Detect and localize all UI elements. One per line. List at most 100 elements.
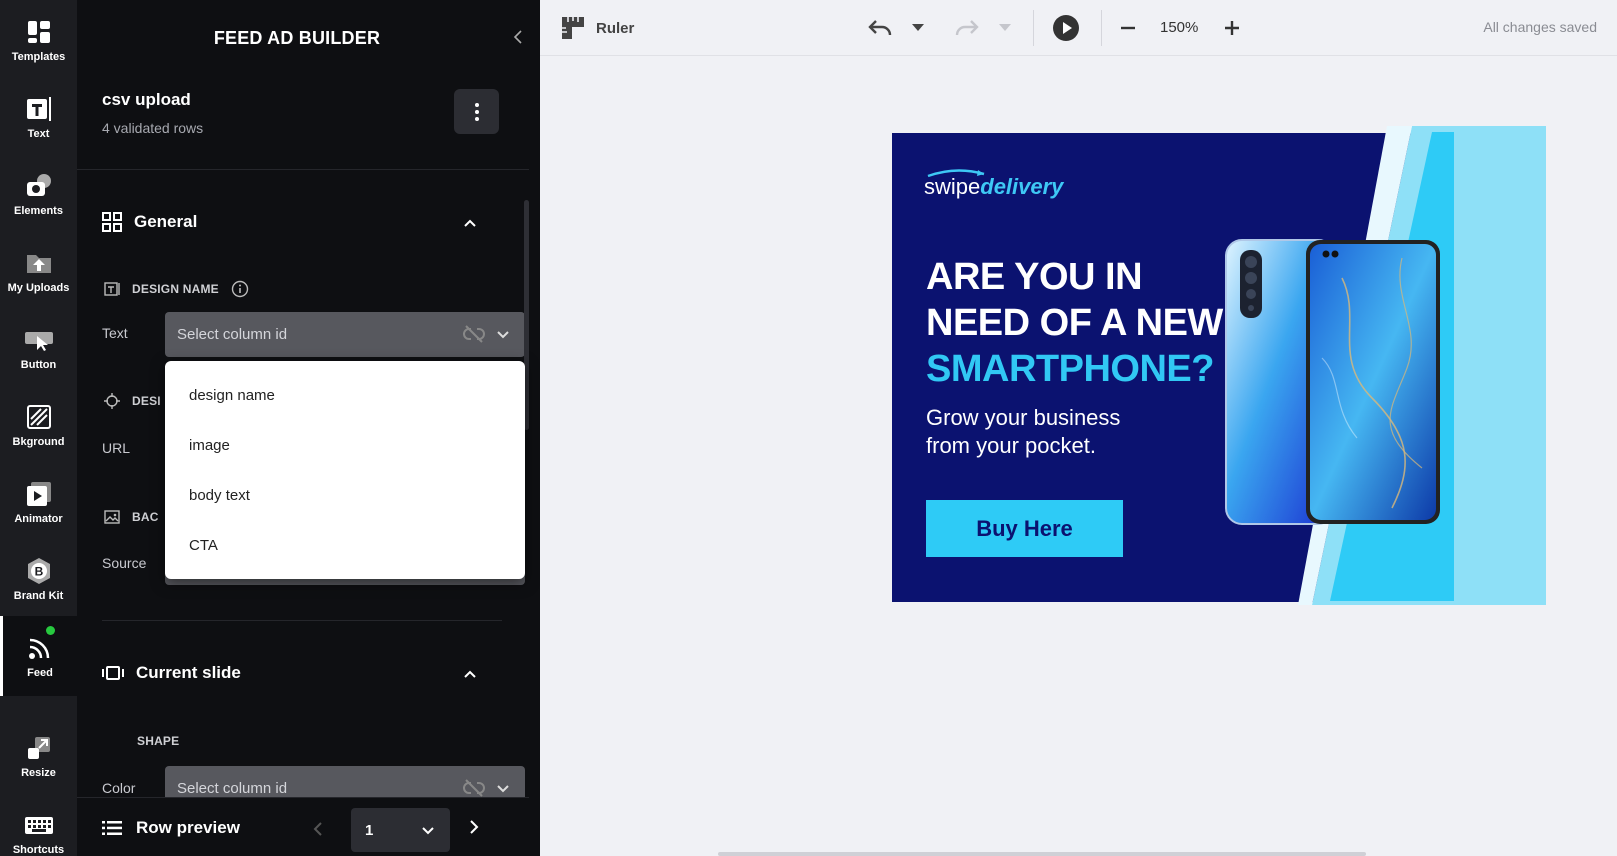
rail-item-animator[interactable]: Animator bbox=[0, 462, 77, 542]
dropdown-option-body-text[interactable]: body text bbox=[165, 471, 525, 521]
dropdown-option-cta[interactable]: CTA bbox=[165, 521, 525, 571]
row-preview-title: Row preview bbox=[136, 818, 240, 837]
caret-down-icon bbox=[912, 24, 924, 31]
background-heading: BAC bbox=[104, 509, 159, 525]
brand-logo: swipedelivery bbox=[924, 169, 1063, 200]
shape-heading: SHAPE bbox=[137, 734, 179, 748]
ad-headline: ARE YOU IN NEED OF A NEW SMARTPHONE? bbox=[926, 254, 1223, 392]
text-icon bbox=[24, 94, 54, 124]
next-row-button[interactable] bbox=[469, 818, 479, 839]
rail-label: My Uploads bbox=[7, 282, 70, 294]
minus-icon bbox=[1121, 26, 1135, 30]
csv-subtitle: 4 validated rows bbox=[102, 120, 204, 136]
more-vertical-icon bbox=[474, 102, 479, 121]
brand-kit-icon: B bbox=[24, 556, 54, 586]
list-icon bbox=[102, 821, 122, 835]
button-icon bbox=[24, 325, 54, 355]
rail-item-text[interactable]: Text bbox=[0, 77, 77, 157]
chevron-down-icon bbox=[422, 827, 434, 835]
panel-title: FEED AD BUILDER bbox=[213, 28, 381, 48]
source-field-label: Source bbox=[102, 555, 147, 571]
csv-title: csv upload bbox=[102, 90, 191, 109]
rail-label: Shortcuts bbox=[12, 844, 65, 856]
previous-row-button[interactable] bbox=[313, 820, 323, 841]
general-section-header[interactable]: General bbox=[102, 212, 197, 232]
rail-label: Elements bbox=[14, 205, 63, 217]
ruler-button[interactable]: Ruler bbox=[560, 14, 634, 42]
zoom-in-button[interactable] bbox=[1223, 14, 1241, 42]
headline-line-2: NEED OF A NEW bbox=[926, 302, 1223, 344]
rail-item-resize[interactable]: Resize bbox=[0, 716, 77, 796]
toolbar-divider bbox=[1101, 10, 1102, 46]
top-toolbar: Ruler 150% All changes saved bbox=[540, 0, 1617, 56]
svg-text:B: B bbox=[34, 565, 43, 579]
play-preview-button[interactable] bbox=[1052, 14, 1080, 42]
rail-item-shortcuts[interactable]: Shortcuts bbox=[0, 793, 77, 856]
info-icon[interactable] bbox=[231, 280, 249, 298]
ad-cta-button[interactable]: Buy Here bbox=[926, 500, 1123, 557]
undo-button[interactable] bbox=[867, 14, 893, 42]
rail-label: Text bbox=[27, 128, 50, 140]
color-field-label: Color bbox=[102, 780, 136, 796]
plus-icon bbox=[1225, 21, 1239, 35]
subline-line-2: from your pocket. bbox=[926, 433, 1096, 458]
caret-down-icon bbox=[999, 24, 1011, 31]
rail-item-templates[interactable]: Templates bbox=[0, 0, 77, 80]
templates-icon bbox=[24, 17, 54, 47]
feed-status-dot bbox=[46, 626, 55, 635]
chevron-left-icon bbox=[513, 30, 522, 44]
background-icon bbox=[24, 402, 54, 432]
current-slide-section-header[interactable]: Current slide bbox=[102, 663, 241, 683]
divider bbox=[102, 620, 502, 621]
rail-item-elements[interactable]: Elements bbox=[0, 154, 77, 234]
rail-item-background[interactable]: Bkground bbox=[0, 385, 77, 465]
rail-label: Bkground bbox=[12, 436, 65, 448]
target-icon bbox=[104, 393, 120, 409]
rail-label: Feed bbox=[27, 667, 53, 679]
design-name-label: DESIGN NAME bbox=[132, 282, 219, 296]
redo-history-button[interactable] bbox=[999, 14, 1011, 42]
uploads-icon bbox=[24, 248, 54, 278]
feed-panel: FEED AD BUILDER csv upload 4 validated r… bbox=[77, 0, 540, 856]
zoom-level[interactable]: 150% bbox=[1160, 19, 1198, 36]
rail-label: Templates bbox=[11, 51, 66, 63]
slide-icon bbox=[102, 666, 124, 680]
dropdown-option-image[interactable]: image bbox=[165, 421, 525, 471]
chevron-up-icon[interactable] bbox=[462, 666, 478, 682]
row-preview-header: Row preview bbox=[102, 818, 240, 838]
select-placeholder: Select column id bbox=[177, 780, 288, 797]
unlink-icon[interactable] bbox=[462, 322, 486, 346]
dropdown-option-design-name[interactable]: design name bbox=[165, 371, 525, 421]
csv-options-button[interactable] bbox=[454, 89, 499, 134]
chevron-up-icon[interactable] bbox=[462, 215, 478, 231]
rail-item-button[interactable]: Button bbox=[0, 308, 77, 388]
rail-item-uploads[interactable]: My Uploads bbox=[0, 231, 77, 311]
undo-history-button[interactable] bbox=[912, 14, 924, 42]
redo-button[interactable] bbox=[954, 14, 980, 42]
ad-subline: Grow your business from your pocket. bbox=[926, 404, 1156, 460]
zoom-out-button[interactable] bbox=[1119, 14, 1137, 42]
rail-item-brand-kit[interactable]: B Brand Kit bbox=[0, 539, 77, 619]
resize-icon bbox=[24, 733, 54, 763]
collapse-panel-button[interactable] bbox=[508, 28, 528, 48]
headline-line-1: ARE YOU IN bbox=[926, 256, 1143, 298]
undo-icon bbox=[868, 20, 892, 36]
chevron-down-icon bbox=[497, 331, 509, 339]
canvas-horizontal-scrollbar[interactable] bbox=[718, 852, 1366, 856]
divider bbox=[77, 169, 529, 170]
row-preview-bar: Row preview 1 bbox=[77, 797, 529, 856]
animator-icon bbox=[24, 479, 54, 509]
subline-line-1: Grow your business bbox=[926, 405, 1121, 430]
design-name-heading: DESIGN NAME bbox=[104, 280, 249, 298]
shape-label: SHAPE bbox=[137, 734, 180, 748]
url-field-label: URL bbox=[102, 440, 131, 456]
row-number-select[interactable]: 1 bbox=[351, 808, 450, 852]
keyboard-icon bbox=[24, 810, 54, 840]
redo-icon bbox=[955, 20, 979, 36]
rail-item-feed[interactable]: Feed bbox=[0, 616, 77, 696]
ruler-label: Ruler bbox=[596, 19, 635, 37]
image-icon bbox=[104, 510, 120, 524]
toolbar-divider bbox=[1033, 10, 1034, 46]
ad-canvas[interactable]: swipedelivery ARE YOU IN NEED OF A NEW S… bbox=[892, 126, 1546, 605]
background-label: BAC bbox=[132, 510, 159, 524]
